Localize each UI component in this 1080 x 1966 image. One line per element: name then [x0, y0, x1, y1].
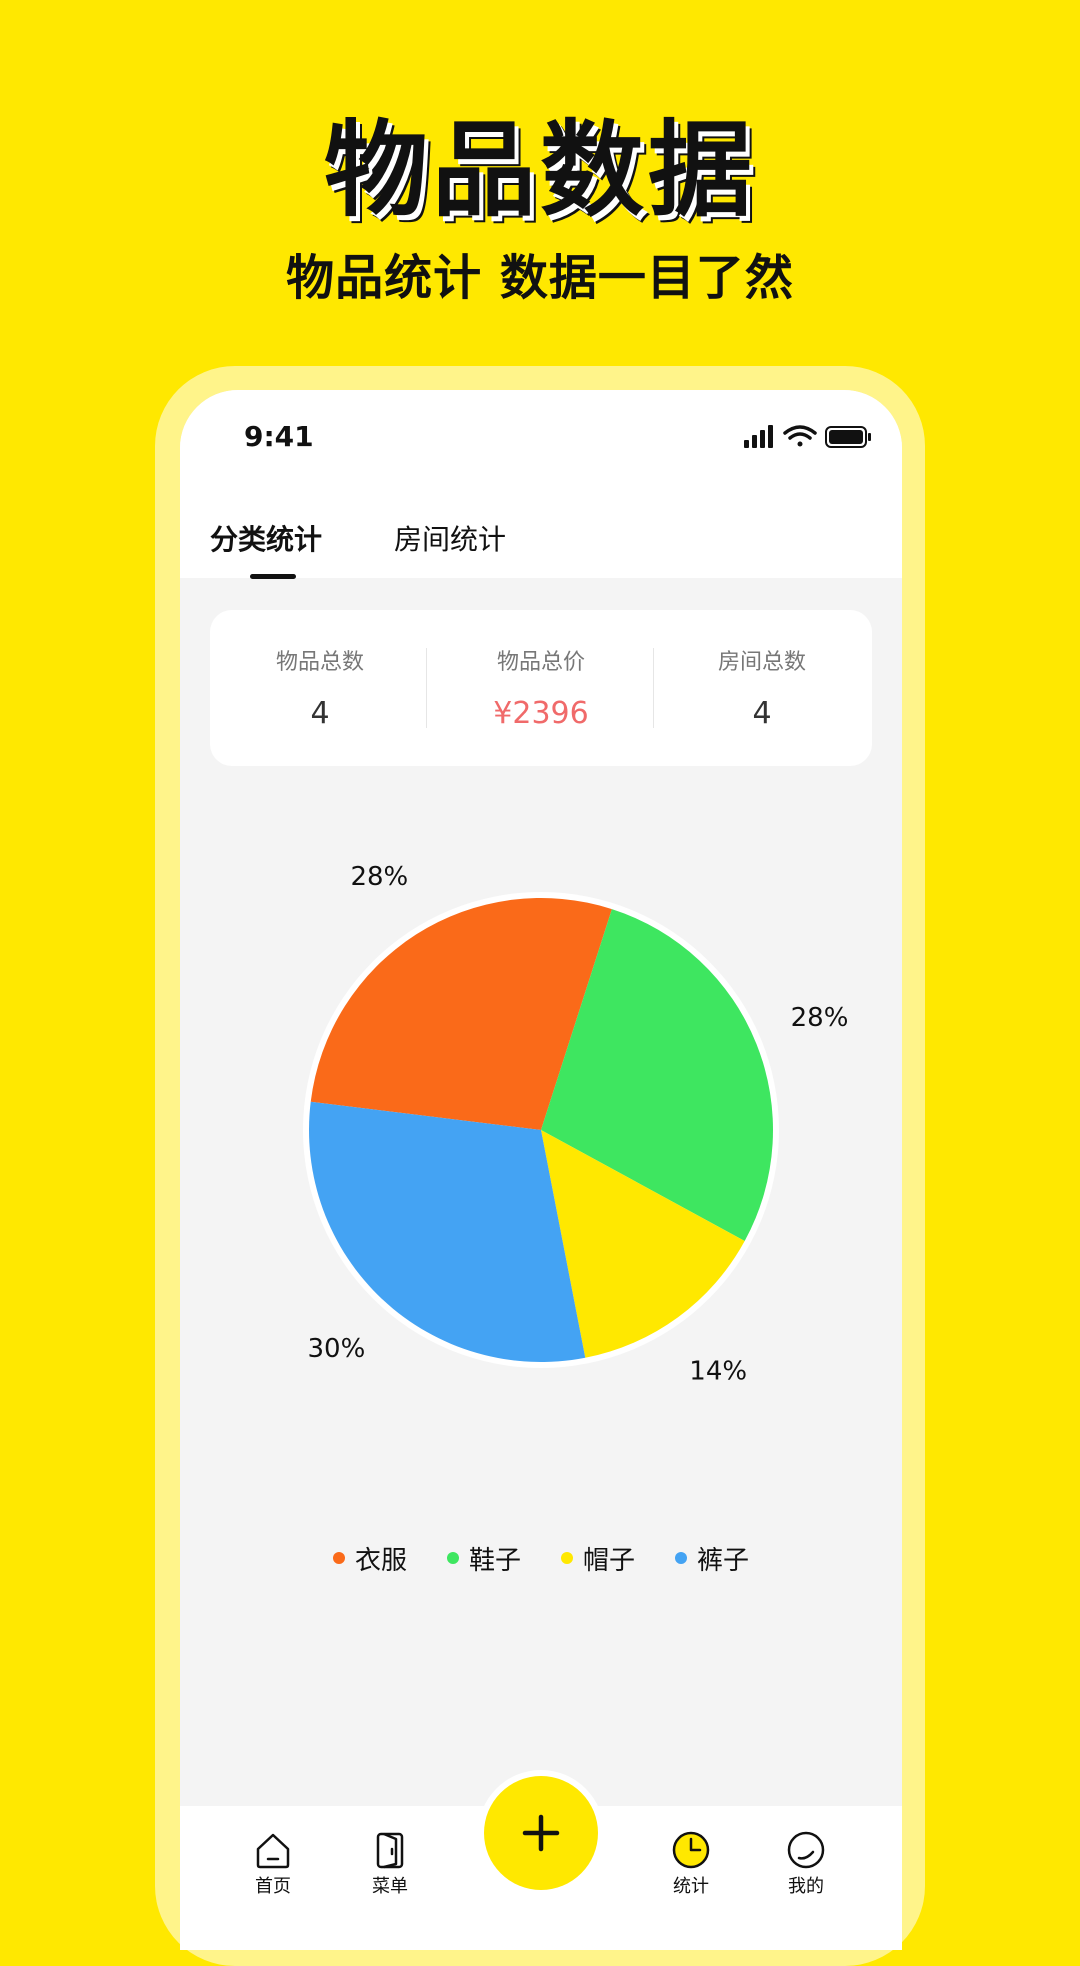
signal-icon: [744, 425, 773, 448]
promo-title: 物品数据: [323, 109, 756, 231]
stat-total-price: 物品总价 ¥2396: [431, 610, 651, 766]
tab-category-stats[interactable]: 分类统计: [210, 518, 322, 558]
promo-subtitle: 物品统计 数据一目了然: [286, 250, 794, 306]
tab-indicator: [250, 574, 296, 579]
legend-item: 鞋子: [446, 1540, 521, 1577]
stat-value: 4: [310, 696, 330, 731]
legend-dot: [332, 1552, 345, 1564]
tab-room-stats[interactable]: 房间统计: [394, 518, 506, 558]
pie-chart: 28% 28% 14% 30%: [303, 862, 849, 1387]
legend-dot: [561, 1552, 573, 1564]
status-icons: [744, 425, 871, 448]
battery-icon: [825, 426, 871, 448]
plus-icon: [522, 1814, 560, 1852]
legend-label: 裤子: [697, 1545, 750, 1576]
add-item-button[interactable]: [484, 1776, 598, 1890]
header-area: 9:41 分类统计 房间统计: [180, 390, 902, 578]
nav-label: 我的: [788, 1876, 824, 1897]
nav-menu[interactable]: 菜单: [345, 1830, 435, 1898]
stats-card: 物品总数 4 物品总价 ¥2396 房间总数 4: [210, 610, 872, 766]
chart-legend: 衣服 鞋子 帽子 裤子: [180, 1538, 902, 1578]
nav-home[interactable]: 首页: [228, 1830, 318, 1898]
stat-label: 物品总价: [496, 650, 585, 675]
nav-label: 统计: [673, 1876, 709, 1897]
profile-icon: [787, 1831, 825, 1869]
nav-mine[interactable]: 我的: [761, 1830, 851, 1898]
stat-value: ¥2396: [493, 696, 589, 731]
pie-chart-icon: [672, 1831, 710, 1869]
nav-label: 菜单: [372, 1876, 408, 1897]
legend-item: 衣服: [332, 1540, 407, 1577]
stat-total-items: 物品总数 4: [210, 610, 430, 766]
legend-label: 帽子: [583, 1545, 636, 1576]
phone-screen: 9:41 分类统计 房间统计 物品总数 4 物品总价 ¥2396 房间总数 4 …: [180, 390, 902, 1950]
pie-label-2: 28%: [791, 1003, 849, 1033]
pie-label-4: 30%: [308, 1334, 366, 1364]
stat-label: 物品总数: [275, 650, 364, 675]
legend-label: 衣服: [354, 1545, 407, 1576]
legend-item: 帽子: [561, 1540, 635, 1577]
nav-stats[interactable]: 统计: [646, 1830, 736, 1898]
legend-item: 裤子: [675, 1540, 749, 1577]
wifi-icon: [783, 425, 817, 447]
legend-dot: [446, 1552, 459, 1564]
pie-label-3: 14%: [689, 1357, 747, 1387]
divider: [426, 648, 427, 728]
stat-total-rooms: 房间总数 4: [652, 610, 872, 766]
pie-label-1: 28%: [350, 862, 408, 892]
door-icon: [376, 1832, 404, 1869]
nav-label: 首页: [255, 1876, 291, 1897]
legend-dot: [675, 1552, 688, 1564]
legend-label: 鞋子: [468, 1545, 521, 1576]
stat-label: 房间总数: [717, 650, 806, 675]
home-icon: [256, 1833, 290, 1869]
stat-value: 4: [752, 696, 772, 731]
status-time: 9:41: [244, 420, 314, 453]
